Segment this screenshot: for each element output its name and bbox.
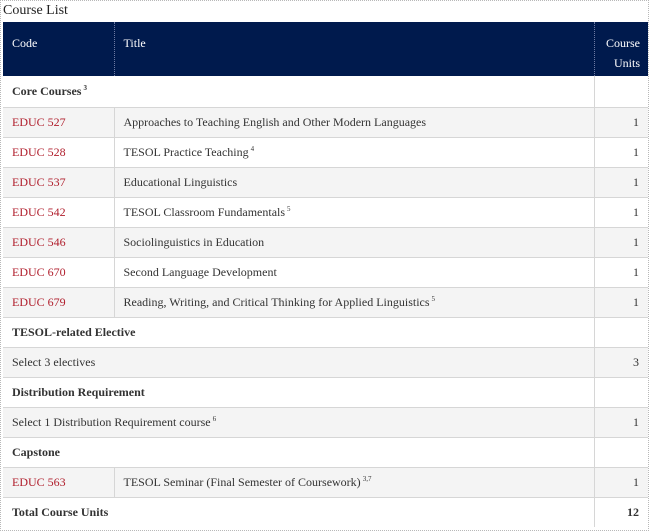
section-units-empty bbox=[593, 437, 648, 468]
column-header-title: Title bbox=[113, 22, 594, 76]
footnote-marker: 3 bbox=[83, 83, 87, 92]
column-header-units: Course Units bbox=[593, 22, 648, 76]
course-code-cell: EDUC 537 bbox=[3, 167, 114, 198]
course-code-link[interactable]: EDUC 563 bbox=[12, 475, 66, 489]
table-row: EDUC 670 Second Language Development 1 bbox=[3, 257, 648, 288]
footnote-marker: 5 bbox=[431, 294, 436, 303]
section-label-capstone: Capstone bbox=[3, 437, 594, 468]
course-code-cell: EDUC 542 bbox=[3, 197, 114, 228]
column-header-code: Code bbox=[3, 22, 114, 76]
table-caption: Course List bbox=[3, 3, 68, 18]
elective-text-cell: Select 3 electives bbox=[3, 347, 594, 378]
table-row: EDUC 546 Sociolinguistics in Education 1 bbox=[3, 227, 648, 258]
course-code-cell: EDUC 563 bbox=[3, 467, 114, 498]
course-list-panel: Course List Code Title Course Units Core … bbox=[0, 0, 649, 531]
total-label: Total Course Units bbox=[12, 504, 109, 519]
course-code-link[interactable]: EDUC 542 bbox=[12, 205, 66, 219]
course-units-cell: 1 bbox=[593, 197, 648, 228]
course-code-cell: EDUC 679 bbox=[3, 287, 114, 318]
column-header-units-line2: Units bbox=[613, 56, 640, 70]
course-code-link[interactable]: EDUC 670 bbox=[12, 265, 66, 279]
total-units: 12 bbox=[593, 497, 648, 527]
course-title-cell: Second Language Development bbox=[113, 257, 594, 288]
table-header: Code Title Course Units bbox=[3, 22, 648, 76]
section-label-distribution: Distribution Requirement bbox=[3, 377, 594, 408]
course-code-link[interactable]: EDUC 679 bbox=[12, 295, 66, 309]
course-units-cell: 1 bbox=[593, 137, 648, 168]
course-title-cell: Educational Linguistics bbox=[113, 167, 594, 198]
table-row: EDUC 537 Educational Linguistics 1 bbox=[3, 167, 648, 198]
course-code-cell: EDUC 528 bbox=[3, 137, 114, 168]
total-row: Total Course Units 12 bbox=[3, 497, 648, 527]
course-code-link[interactable]: EDUC 527 bbox=[12, 115, 66, 129]
course-units-cell: 1 bbox=[593, 257, 648, 288]
distribution-units-cell: 1 bbox=[593, 407, 648, 438]
section-label-elective: TESOL-related Elective bbox=[3, 317, 594, 348]
course-units-cell: 1 bbox=[593, 227, 648, 258]
section-row-capstone: Capstone bbox=[3, 437, 648, 468]
distribution-text-cell: Select 1 Distribution Requirement course… bbox=[3, 407, 594, 438]
footnote-marker: 6 bbox=[212, 414, 217, 423]
course-units-cell: 1 bbox=[593, 167, 648, 198]
table-row: EDUC 679 Reading, Writing, and Critical … bbox=[3, 287, 648, 318]
course-units-cell: 1 bbox=[593, 467, 648, 498]
course-code-link[interactable]: EDUC 528 bbox=[12, 145, 66, 159]
table-row: Select 3 electives 3 bbox=[3, 347, 648, 378]
course-title-cell: Reading, Writing, and Critical Thinking … bbox=[113, 287, 594, 318]
table-row: EDUC 542 TESOL Classroom Fundamentals 5 1 bbox=[3, 197, 648, 228]
section-units-empty bbox=[593, 317, 648, 348]
course-title-cell: TESOL Seminar (Final Semester of Coursew… bbox=[113, 467, 594, 498]
section-row-elective: TESOL-related Elective bbox=[3, 317, 648, 348]
course-units-cell: 1 bbox=[593, 107, 648, 138]
table-row: Select 1 Distribution Requirement course… bbox=[3, 407, 648, 438]
section-row-distribution: Distribution Requirement bbox=[3, 377, 648, 408]
course-title-cell: Approaches to Teaching English and Other… bbox=[113, 107, 594, 138]
course-title-cell: TESOL Practice Teaching 4 bbox=[113, 137, 594, 168]
section-units-empty bbox=[593, 377, 648, 408]
table-row: EDUC 563 TESOL Seminar (Final Semester o… bbox=[3, 467, 648, 498]
table-row: EDUC 528 TESOL Practice Teaching 4 1 bbox=[3, 137, 648, 168]
course-code-cell: EDUC 670 bbox=[3, 257, 114, 288]
elective-units-cell: 3 bbox=[593, 347, 648, 378]
section-label-core: Core Courses 3 bbox=[3, 76, 594, 108]
column-header-units-line1: Course bbox=[606, 36, 640, 50]
footnote-marker: 5 bbox=[287, 204, 291, 213]
section-units-empty bbox=[593, 76, 648, 108]
section-row-core: Core Courses 3 bbox=[3, 76, 648, 108]
course-title-cell: Sociolinguistics in Education bbox=[113, 227, 594, 258]
footnote-marker: 4 bbox=[250, 144, 255, 153]
course-title-cell: TESOL Classroom Fundamentals 5 bbox=[113, 197, 594, 228]
course-code-link[interactable]: EDUC 546 bbox=[12, 235, 66, 249]
table-row: EDUC 527 Approaches to Teaching English … bbox=[3, 107, 648, 138]
footnote-marker: 3,7 bbox=[362, 474, 372, 483]
course-units-cell: 1 bbox=[593, 287, 648, 318]
course-code-link[interactable]: EDUC 537 bbox=[12, 175, 66, 189]
course-table: Code Title Course Units Core Courses 3 EDU… bbox=[3, 22, 648, 527]
course-code-cell: EDUC 546 bbox=[3, 227, 114, 258]
course-code-cell: EDUC 527 bbox=[3, 107, 114, 138]
